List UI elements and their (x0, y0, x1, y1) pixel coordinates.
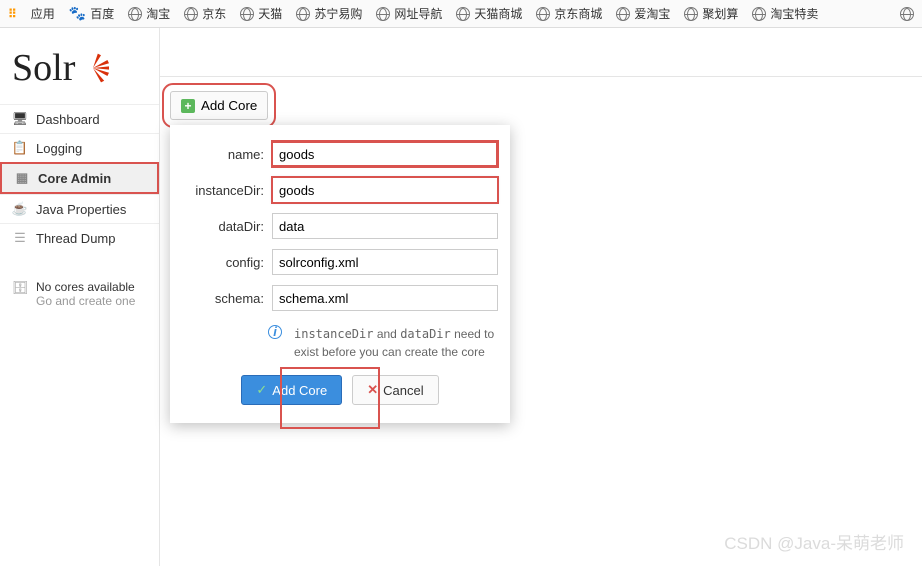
content-area: + Add Core name: instanceDir: dataDir: c… (160, 76, 922, 566)
globe-icon (376, 7, 390, 21)
config-label: config: (182, 255, 272, 270)
add-core-button[interactable]: + Add Core (170, 91, 268, 120)
bookmark-baidu[interactable]: 🐾百度 (69, 5, 114, 22)
globe-icon (752, 7, 766, 21)
sidebar-item-logging[interactable]: 📋 Logging (0, 133, 159, 162)
sidebar-item-label: Logging (36, 141, 82, 156)
watermark: CSDN @Java-呆萌老师 (724, 529, 904, 554)
logging-icon: 📋 (12, 140, 28, 156)
sidebar-item-core-admin[interactable]: ▦ Core Admin (0, 162, 159, 194)
submit-label: Add Core (272, 383, 327, 398)
paw-icon: 🐾 (69, 5, 86, 22)
add-core-dialog: name: instanceDir: dataDir: config: sche… (170, 125, 510, 423)
bookmark-temai[interactable]: 淘宝特卖 (752, 5, 818, 22)
globe-icon (616, 7, 630, 21)
bookmark-suning[interactable]: 苏宁易购 (296, 5, 362, 22)
thread-icon: ☰ (12, 230, 28, 246)
schema-label: schema: (182, 291, 272, 306)
cancel-button[interactable]: ✕ Cancel (352, 375, 438, 405)
globe-icon (684, 7, 698, 21)
bookmark-tmall-mall[interactable]: 天猫商城 (456, 5, 522, 22)
globe-icon (900, 7, 914, 21)
bookmark-nav[interactable]: 网址导航 (376, 5, 442, 22)
x-icon: ✕ (367, 382, 378, 398)
sidebar: Solr 🖥 Dashboard 📋 Logging ▦ Core Admin … (0, 28, 160, 566)
sidebar-item-label: Thread Dump (36, 231, 115, 246)
sidebar-item-label: Java Properties (36, 202, 126, 217)
globe-icon (184, 7, 198, 21)
bookmark-tmall[interactable]: 天猫 (240, 5, 282, 22)
cancel-label: Cancel (383, 383, 423, 398)
config-input[interactable] (272, 249, 498, 275)
name-input[interactable] (272, 141, 498, 167)
bookmark-taobao[interactable]: 淘宝 (128, 5, 170, 22)
java-icon: ☕ (12, 201, 28, 217)
no-cores-title: No cores available (36, 280, 135, 294)
add-core-label: Add Core (201, 98, 257, 113)
info-message: i instanceDir and dataDir need to exist … (90, 321, 498, 375)
instancedir-input[interactable] (272, 177, 498, 203)
check-icon: ✓ (256, 382, 267, 398)
globe-icon (456, 7, 470, 21)
globe-icon (128, 7, 142, 21)
schema-input[interactable] (272, 285, 498, 311)
database-icon: 🗄 (12, 280, 28, 296)
info-icon: i (268, 325, 282, 339)
globe-icon (536, 7, 550, 21)
bookmarks-bar: ⠿ 应用 🐾百度 淘宝 京东 天猫 苏宁易购 网址导航 天猫商城 京东商城 爱淘… (0, 0, 922, 28)
bookmark-jd[interactable]: 京东 (184, 5, 226, 22)
no-cores-subtitle[interactable]: Go and create one (36, 294, 135, 308)
plus-icon: + (181, 99, 195, 113)
no-cores-notice: 🗄 No cores available Go and create one (0, 270, 159, 318)
name-label: name: (182, 147, 272, 162)
apps-icon: ⠿ (8, 7, 17, 21)
bookmark-juhuasuan[interactable]: 聚划算 (684, 5, 738, 22)
core-admin-icon: ▦ (14, 170, 30, 186)
sidebar-item-dashboard[interactable]: 🖥 Dashboard (0, 104, 159, 133)
instancedir-label: instanceDir: (182, 183, 272, 198)
solr-logo: Solr (0, 36, 159, 104)
bookmark-jd-mall[interactable]: 京东商城 (536, 5, 602, 22)
apps-label: 应用 (31, 5, 55, 22)
bookmark-aitaobao[interactable]: 爱淘宝 (616, 5, 670, 22)
logo-text: Solr (12, 46, 75, 90)
globe-icon (240, 7, 254, 21)
sidebar-item-label: Core Admin (38, 171, 111, 186)
sidebar-item-java-properties[interactable]: ☕ Java Properties (0, 194, 159, 223)
sidebar-item-label: Dashboard (36, 112, 100, 127)
globe-icon (296, 7, 310, 21)
solr-burst-icon (77, 52, 109, 84)
datadir-label: dataDir: (182, 219, 272, 234)
datadir-input[interactable] (272, 213, 498, 239)
submit-add-core-button[interactable]: ✓ Add Core (241, 375, 342, 405)
sidebar-item-thread-dump[interactable]: ☰ Thread Dump (0, 223, 159, 252)
dashboard-icon: 🖥 (12, 111, 28, 127)
